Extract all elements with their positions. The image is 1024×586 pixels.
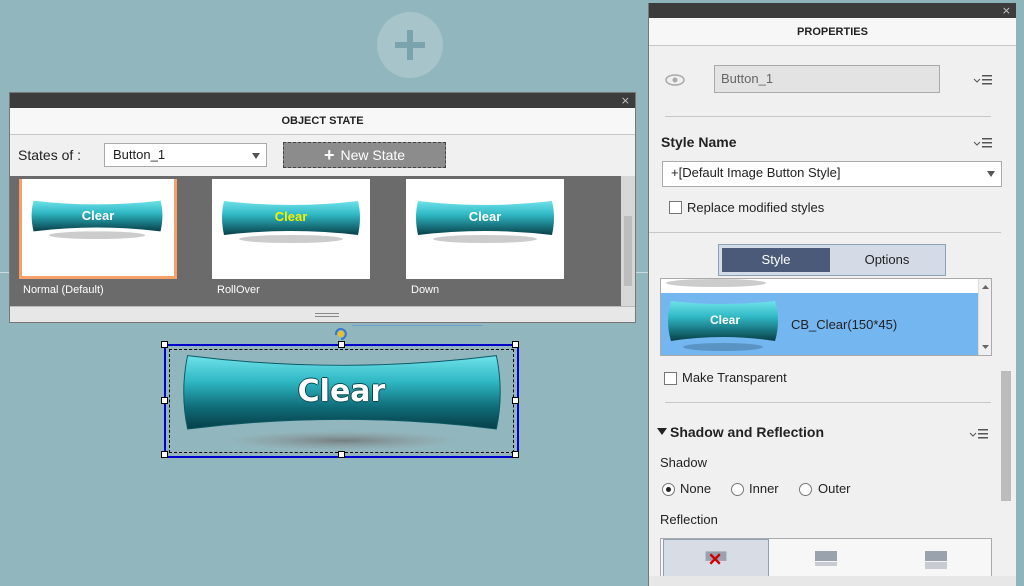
state-label: Normal (Default) bbox=[23, 284, 104, 296]
scrollbar-thumb[interactable] bbox=[624, 216, 632, 286]
state-button-image bbox=[222, 201, 360, 243]
make-transparent-checkbox[interactable] bbox=[664, 372, 677, 385]
divider bbox=[665, 402, 991, 403]
plus-icon: + bbox=[323, 145, 335, 165]
partial-style-thumb bbox=[666, 279, 766, 287]
state-thumb-down[interactable]: Clear bbox=[406, 179, 564, 279]
chevron-down-icon bbox=[987, 171, 995, 177]
menu-icon[interactable] bbox=[973, 137, 993, 149]
states-of-value: Button_1 bbox=[113, 147, 166, 162]
resize-handle[interactable] bbox=[161, 451, 168, 458]
reflection-icon bbox=[925, 551, 947, 569]
shadow-label: Shadow bbox=[660, 455, 707, 470]
shadow-inner-label: Inner bbox=[749, 481, 779, 496]
resize-handle[interactable] bbox=[161, 341, 168, 348]
no-reflection-icon bbox=[705, 551, 727, 565]
state-label: Down bbox=[411, 284, 440, 296]
close-icon[interactable]: × bbox=[621, 93, 630, 108]
image-style-list: Clear CB_Clear(150*45) bbox=[660, 278, 992, 356]
shadow-reflection-heading: Shadow and Reflection bbox=[670, 424, 825, 440]
style-list-scrollbar[interactable] bbox=[978, 279, 991, 355]
shadow-none-label: None bbox=[680, 481, 712, 496]
selected-button-object[interactable]: Clear bbox=[161, 341, 519, 458]
states-row: States of : Button_1 + New State bbox=[10, 135, 635, 175]
state-button-image bbox=[416, 201, 554, 243]
object-name-row: Button_1 bbox=[649, 63, 1001, 97]
properties-panel: × PROPERTIES Button_1 Style Name +[Defau… bbox=[648, 3, 1016, 586]
style-options-tabs: Style Options bbox=[718, 244, 946, 276]
style-item-label: CB_Clear(150*45) bbox=[791, 317, 898, 332]
reflection-icon bbox=[815, 551, 837, 566]
states-of-select[interactable]: Button_1 bbox=[104, 143, 267, 167]
menu-icon[interactable] bbox=[969, 428, 989, 440]
state-thumb-rollover[interactable]: Clear bbox=[212, 179, 370, 279]
menu-icon[interactable] bbox=[973, 74, 993, 86]
tab-options[interactable]: Options bbox=[832, 248, 942, 272]
state-button-text: Clear bbox=[274, 209, 308, 224]
collapse-triangle-icon[interactable] bbox=[657, 427, 667, 437]
plus-icon bbox=[395, 30, 425, 60]
divider bbox=[665, 116, 991, 117]
scroll-arrows-icon bbox=[982, 285, 989, 349]
resize-handle[interactable] bbox=[512, 397, 519, 404]
new-state-label: New State bbox=[340, 147, 406, 163]
reflection-large-option[interactable] bbox=[883, 539, 989, 579]
state-thumb-normal[interactable]: Clear bbox=[19, 179, 177, 279]
resize-handle[interactable] bbox=[338, 451, 345, 458]
state-button-image bbox=[31, 200, 163, 240]
eye-icon[interactable] bbox=[664, 73, 686, 87]
style-item-cb-clear[interactable]: Clear CB_Clear(150*45) bbox=[661, 293, 979, 355]
add-slide-button[interactable] bbox=[377, 12, 443, 78]
reflection-options bbox=[660, 538, 992, 579]
shadow-outer-label: Outer bbox=[818, 481, 851, 496]
style-name-select[interactable]: +[Default Image Button Style] bbox=[662, 161, 1002, 187]
resize-handle[interactable] bbox=[512, 451, 519, 458]
shadow-none-radio[interactable] bbox=[662, 483, 675, 496]
style-name-heading: Style Name bbox=[661, 134, 737, 150]
resize-handle[interactable] bbox=[161, 397, 168, 404]
reflection-label: Reflection bbox=[660, 512, 718, 527]
shadow-outer-radio[interactable] bbox=[799, 483, 812, 496]
panel-resize-bar[interactable] bbox=[10, 306, 635, 322]
tab-style[interactable]: Style bbox=[722, 248, 830, 272]
new-state-button[interactable]: + New State bbox=[283, 142, 446, 168]
style-name-value: +[Default Image Button Style] bbox=[671, 165, 841, 180]
panel-titlebar[interactable]: × bbox=[649, 3, 1016, 18]
properties-scrollbar[interactable] bbox=[1001, 371, 1011, 501]
grip-icon bbox=[315, 313, 339, 317]
object-state-panel: × OBJECT STATE States of : Button_1 + Ne… bbox=[9, 92, 636, 323]
panel-titlebar[interactable]: × bbox=[10, 93, 635, 108]
state-thumbnails: Clear Normal (Default) Clear RollOver Cl… bbox=[10, 176, 630, 306]
thumbnails-scrollbar[interactable] bbox=[621, 176, 635, 306]
state-button-text: Clear bbox=[81, 208, 115, 223]
resize-handle[interactable] bbox=[338, 341, 345, 348]
divider bbox=[649, 232, 1001, 233]
chevron-down-icon bbox=[252, 153, 260, 159]
close-icon[interactable]: × bbox=[1002, 3, 1011, 18]
state-label: RollOver bbox=[217, 284, 260, 296]
replace-modified-label: Replace modified styles bbox=[687, 200, 825, 215]
panel-title: PROPERTIES bbox=[649, 18, 1016, 46]
object-name-field[interactable]: Button_1 bbox=[714, 65, 940, 93]
states-of-label: States of : bbox=[18, 147, 82, 163]
make-transparent-label: Make Transparent bbox=[682, 370, 787, 385]
style-thumb-text: Clear bbox=[709, 313, 741, 327]
shadow-inner-radio[interactable] bbox=[731, 483, 744, 496]
state-button-text: Clear bbox=[468, 209, 502, 224]
motion-path-line bbox=[352, 325, 482, 326]
replace-modified-checkbox[interactable] bbox=[669, 201, 682, 214]
reflection-none-option[interactable] bbox=[663, 539, 769, 579]
panel-resize-bar[interactable] bbox=[649, 576, 1016, 586]
reflection-small-option[interactable] bbox=[773, 539, 879, 579]
button-label: Clear bbox=[297, 374, 386, 409]
panel-title: OBJECT STATE bbox=[10, 108, 635, 135]
resize-handle[interactable] bbox=[512, 341, 519, 348]
